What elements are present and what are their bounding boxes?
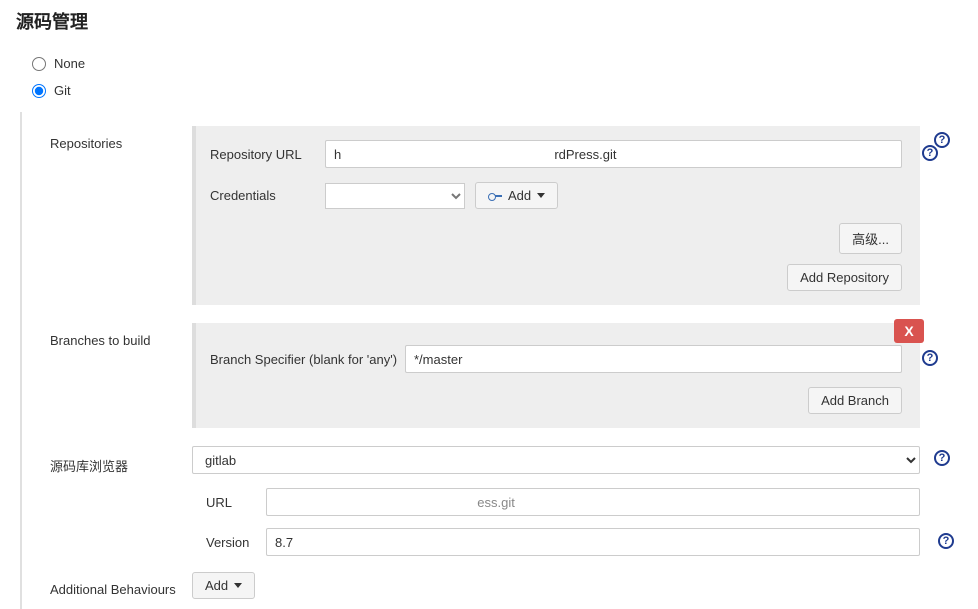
repo-browser-label: 源码库浏览器 <box>22 446 192 475</box>
branch-box: X Branch Specifier (blank for 'any') ? A… <box>192 323 920 428</box>
git-config-block: Repositories ? Repository URL ? Credenti… <box>20 112 964 609</box>
branches-label: Branches to build <box>22 323 192 348</box>
scm-radio-none-label: None <box>54 56 85 71</box>
add-repository-button[interactable]: Add Repository <box>787 264 902 291</box>
repo-url-label: Repository URL <box>210 147 325 162</box>
branch-spec-label: Branch Specifier (blank for 'any') <box>210 352 405 367</box>
branch-spec-row: Branch Specifier (blank for 'any') ? <box>210 345 902 373</box>
delete-branch-button[interactable]: X <box>894 319 924 343</box>
repositories-row: Repositories ? Repository URL ? Credenti… <box>22 126 964 305</box>
credentials-add-button[interactable]: Add <box>475 182 558 209</box>
help-icon[interactable]: ? <box>922 145 938 161</box>
help-icon[interactable]: ? <box>922 350 938 366</box>
repo-url-input[interactable] <box>325 140 902 168</box>
chevron-down-icon <box>537 193 545 198</box>
browser-url-label: URL <box>206 495 266 510</box>
additional-behaviours-label: Additional Behaviours <box>22 572 192 597</box>
add-behaviour-button[interactable]: Add <box>192 572 255 599</box>
repo-browser-select[interactable]: gitlab <box>192 446 920 474</box>
scm-radio-none[interactable] <box>32 57 46 71</box>
branches-row: Branches to build X Branch Specifier (bl… <box>22 323 964 428</box>
browser-url-row: URL <box>206 488 920 516</box>
advanced-button[interactable]: 高级... <box>839 223 902 254</box>
credentials-row: Credentials Add <box>210 182 902 209</box>
repo-browser-row: 源码库浏览器 ? gitlab URL Version ? <box>22 446 964 568</box>
browser-version-label: Version <box>206 535 266 550</box>
help-icon[interactable]: ? <box>934 450 950 466</box>
browser-version-row: Version ? <box>206 528 920 556</box>
section-title-scm: 源码管理 <box>16 8 964 34</box>
scm-radio-git[interactable] <box>32 84 46 98</box>
credentials-add-label: Add <box>508 188 531 203</box>
key-icon <box>488 192 502 200</box>
credentials-select[interactable] <box>325 183 465 209</box>
credentials-label: Credentials <box>210 188 325 203</box>
scm-option-none[interactable]: None <box>14 52 964 79</box>
chevron-down-icon <box>234 583 242 588</box>
help-icon[interactable]: ? <box>934 132 950 148</box>
add-branch-button[interactable]: Add Branch <box>808 387 902 414</box>
repo-url-row: Repository URL ? <box>210 140 902 168</box>
repo-browser-fields: URL Version ? <box>192 474 920 556</box>
scm-option-git[interactable]: Git <box>14 79 964 106</box>
browser-version-input[interactable] <box>266 528 920 556</box>
branch-spec-input[interactable] <box>405 345 902 373</box>
additional-behaviours-row: Additional Behaviours Add <box>22 572 964 599</box>
scm-radio-git-label: Git <box>54 83 71 98</box>
browser-url-input[interactable] <box>266 488 920 516</box>
repositories-label: Repositories <box>22 126 192 151</box>
add-behaviour-label: Add <box>205 578 228 593</box>
repository-box: Repository URL ? Credentials Add <box>192 126 920 305</box>
help-icon[interactable]: ? <box>938 533 954 549</box>
